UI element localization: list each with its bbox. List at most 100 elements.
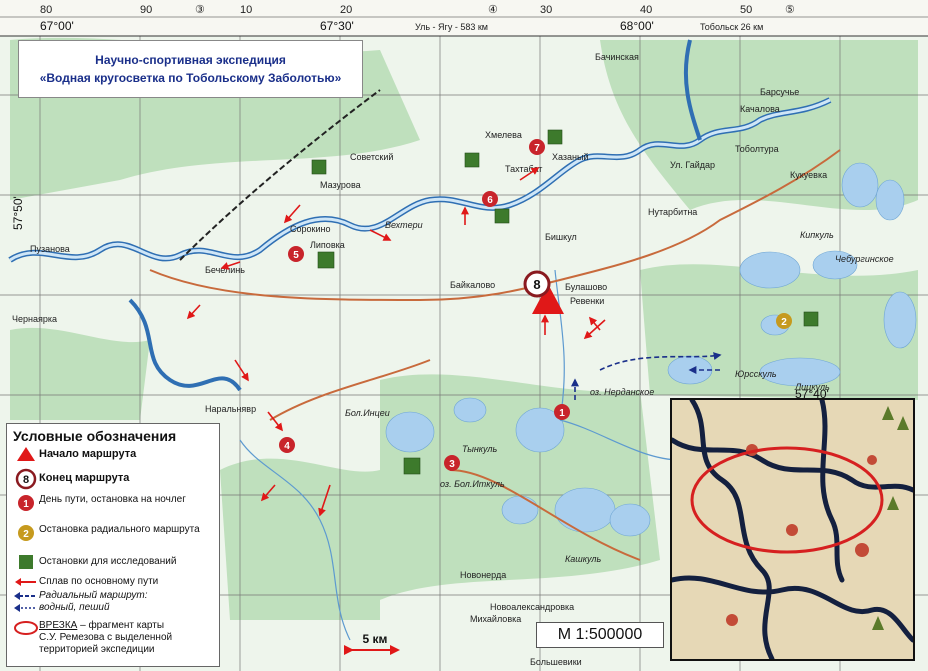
legend-row-research: Остановки для исследований <box>13 554 213 570</box>
stage-number: 4 <box>284 441 290 452</box>
expedition-title: Научно-спортивная экспедиция «Водная кру… <box>18 40 363 98</box>
legend-row-end: 8 Конец маршрута <box>13 468 129 490</box>
place-label: Советский <box>350 152 393 162</box>
place-label: Пузанова <box>30 244 70 254</box>
longitude-label: 67°30' <box>320 19 354 33</box>
place-label: Барсучье <box>760 87 799 97</box>
research-stop-square <box>317 251 335 269</box>
stage-number: 6 <box>487 195 493 206</box>
legend-radial-stop-label: Остановка радиального маршрута <box>39 524 200 535</box>
place-label: Мазурова <box>320 180 361 190</box>
road-label: Уль - Ягу - 583 км <box>415 22 488 32</box>
longitude-label: 67°00' <box>40 19 74 33</box>
place-label: Чернаярка <box>12 314 57 324</box>
grid-num: 30 <box>540 4 552 16</box>
research-stop-square <box>311 159 327 175</box>
legend-row-radial-route: Радиальный маршрут: водный, пеший <box>13 590 148 614</box>
legend-radial-route-label: Радиальный маршрут: <box>39 590 148 601</box>
legend-row-rafting: Сплав по основному пути <box>13 576 158 588</box>
research-square-icon <box>13 554 39 570</box>
grid-num: 10 <box>240 4 252 16</box>
place-label: Юрсскуль <box>735 369 777 379</box>
place-label: Хазаный <box>552 152 589 162</box>
research-stop-square <box>803 311 819 327</box>
day-stop-icon: 1 <box>13 494 39 512</box>
research-stop-square <box>464 152 480 168</box>
legend-row-inset: ВРЕЗКА – фрагмент карты С.У. Ремезова с … <box>13 620 218 656</box>
legend-day-label: День пути, остановка на ночлег <box>39 494 186 505</box>
inset-canvas <box>672 400 913 659</box>
legend-radial-types: водный, пеший <box>39 602 110 613</box>
legend-inset-text-2: С.У. Ремезова с выделенной <box>39 632 173 643</box>
legend: Условные обозначения Начало маршрута 8 К… <box>6 423 220 667</box>
legend-radial-number: 2 <box>23 529 29 540</box>
grid-num: 90 <box>140 4 152 16</box>
place-label: Булашово <box>565 282 607 292</box>
place-label: Большевики <box>530 657 582 667</box>
grid-num: ④ <box>488 4 498 16</box>
start-triangle-icon <box>13 446 39 462</box>
legend-inset-word: ВРЕЗКА <box>39 620 78 631</box>
grid-num: ⑤ <box>785 4 795 16</box>
radial-stop-icon: 2 <box>13 524 39 542</box>
research-stop-square <box>547 129 563 145</box>
latitude-label: 57°50' <box>11 196 25 230</box>
place-label: Кипкуль <box>800 230 834 240</box>
scale-bar-label: 5 км <box>362 632 388 646</box>
legend-end-label: Конец маршрута <box>39 472 130 484</box>
place-label: Чебургинское <box>835 254 894 264</box>
legend-rafting-label: Сплав по основному пути <box>39 576 159 587</box>
place-label: Кукуевка <box>790 170 827 180</box>
road-label: Тобольск 26 км <box>700 22 763 32</box>
grid-num: 20 <box>340 4 352 16</box>
research-stop-square <box>494 208 510 224</box>
place-label: Тынкуль <box>462 444 497 454</box>
stage-number: 5 <box>293 250 299 261</box>
stage-number: 7 <box>534 143 540 154</box>
grid-num: ③ <box>195 4 205 16</box>
place-label: Качалова <box>740 104 780 114</box>
end-circle-icon: 8 <box>13 468 39 490</box>
stage-number: 1 <box>559 408 565 419</box>
legend-row-radial-stop: 2 Остановка радиального маршрута <box>13 524 203 542</box>
radial-stop-number: 2 <box>781 317 787 328</box>
place-label: Михайловка <box>470 614 521 624</box>
place-label: Новоалександровка <box>490 602 574 612</box>
legend-inset-text-1: – фрагмент карты <box>77 620 165 631</box>
blue-dashed-arrows-icon <box>13 590 39 614</box>
place-label: Бол.Инцеи <box>345 408 390 418</box>
place-label: Ул. Гайдар <box>670 160 715 170</box>
grid-num: 40 <box>640 4 652 16</box>
place-label: Нутарбитна <box>648 207 697 217</box>
legend-inset-text-3: территорией экспедиции <box>39 644 155 655</box>
remezov-inset <box>670 398 915 661</box>
place-label: Бачинская <box>595 52 639 62</box>
map-scale: М 1:500000 <box>536 622 664 648</box>
stage-number: 3 <box>449 459 455 470</box>
place-label: Хмелева <box>485 130 522 140</box>
red-arrow-icon <box>13 576 39 588</box>
place-label: Новонерда <box>460 570 506 580</box>
grid-num: 80 <box>40 4 52 16</box>
place-label: Ревенки <box>570 296 604 306</box>
place-label: Кашкуль <box>565 554 602 564</box>
legend-start-label: Начало маршрута <box>39 448 137 460</box>
place-label: Бишкул <box>545 232 577 242</box>
title-line-1: Научно-спортивная экспедиция <box>95 53 286 67</box>
place-label: Тоболтура <box>735 144 779 154</box>
place-label: оз. Бол.Иткуль <box>440 479 505 489</box>
place-label: Вехтери <box>385 220 423 230</box>
place-label: Байкалово <box>450 280 495 290</box>
legend-end-number: 8 <box>23 474 29 486</box>
expedition-map: 80 90 ③ 10 20 ④ 30 40 50 ⑤ 67°00' 67°30'… <box>0 0 928 671</box>
legend-row-start: Начало маршрута <box>13 446 136 462</box>
title-line-2: «Водная кругосветка по Тобольскому Забол… <box>39 71 342 85</box>
place-label: Липовка <box>310 240 345 250</box>
route-end-number: 8 <box>533 277 540 292</box>
red-ellipse-icon <box>13 620 39 636</box>
place-label: Лицкуль <box>794 382 830 392</box>
legend-row-day: 1 День пути, остановка на ночлег <box>13 494 203 512</box>
grid-num: 50 <box>740 4 752 16</box>
longitude-label: 68°00' <box>620 19 654 33</box>
legend-day-number: 1 <box>23 499 29 510</box>
